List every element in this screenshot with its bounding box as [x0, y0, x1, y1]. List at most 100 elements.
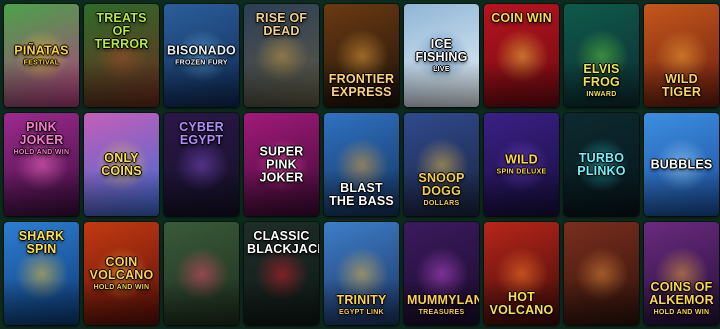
game-subtitle: Treasures: [418, 309, 465, 316]
game-subtitle: Dollars: [423, 200, 460, 207]
game-subtitle: Hold and Win: [13, 149, 70, 156]
game-title-text: Piñatas: [14, 43, 69, 57]
game-title: Only Coins: [87, 150, 156, 178]
game-title-text: Pink Joker: [19, 120, 64, 147]
game-title: Classic Blackjack: [247, 229, 319, 256]
game-subtitle: Hold and Win: [93, 283, 150, 291]
tile-shade: [164, 278, 239, 325]
game-title: Wild Spin Deluxe: [487, 153, 556, 176]
game-subtitle: Frozen Fury: [175, 59, 228, 66]
game-title: Elvis Frog Inward: [567, 63, 636, 99]
game-subtitle: Spin Deluxe: [496, 168, 547, 175]
game-tile[interactable]: [564, 222, 639, 325]
game-tile[interactable]: Wild Tiger: [644, 4, 719, 107]
game-tile[interactable]: Classic Blackjack: [244, 222, 319, 325]
game-subtitle: Festival: [23, 59, 60, 66]
game-title-text: Coins of Alkemor: [649, 280, 714, 307]
game-tile[interactable]: Blast the Bass: [324, 113, 399, 216]
game-tile[interactable]: Bisonado Frozen Fury: [164, 4, 239, 107]
game-title-text: Ice Fishing: [415, 36, 468, 64]
game-title: Piñatas Festival: [7, 44, 76, 67]
game-tile[interactable]: Coin Volcano Hold and Win: [84, 222, 159, 325]
game-title: Blast the Bass: [327, 182, 396, 208]
game-title: Coin Win: [487, 12, 556, 25]
game-title: Turbo Plinko: [567, 150, 636, 178]
game-title-text: Mummyland: [407, 293, 479, 307]
game-title: Shark Spin: [7, 230, 76, 256]
game-title-text: Coin Volcano: [89, 254, 154, 282]
game-tile[interactable]: Rise of Dead: [244, 4, 319, 107]
game-tile[interactable]: Super Pink Joker: [244, 113, 319, 216]
game-title-text: Super Pink Joker: [259, 144, 304, 184]
tile-shade: [564, 278, 639, 325]
game-title: Treats of Terror: [87, 12, 156, 51]
game-tile[interactable]: Piñatas Festival: [4, 4, 79, 107]
tile-shade: [484, 60, 559, 107]
game-tile[interactable]: Shark Spin: [4, 222, 79, 325]
game-grid: Piñatas Festival Treats of Terror Bisonado F…: [4, 4, 719, 325]
game-title-text: Coin Win: [491, 11, 552, 25]
game-title: Mummyland Treasures: [407, 293, 479, 317]
game-subtitle: Hold and Win: [653, 309, 710, 316]
game-tile[interactable]: Mummyland Treasures: [404, 222, 479, 325]
game-title-text: Bisonado: [167, 43, 236, 57]
game-tile[interactable]: Cyber Egypt: [164, 113, 239, 216]
game-title-text: Rise of Dead: [255, 11, 308, 38]
tile-shade: [244, 60, 319, 107]
game-tile[interactable]: [164, 222, 239, 325]
game-tile[interactable]: Coin Win: [484, 4, 559, 107]
tile-shade: [244, 278, 319, 325]
game-tile[interactable]: Frontier Express: [324, 4, 399, 107]
game-title: Wild Tiger: [647, 73, 716, 99]
game-title-text: Snoop Dogg: [418, 171, 465, 198]
game-title-text: Frontier Express: [328, 72, 395, 99]
game-title-text: Hot Volcano: [489, 290, 554, 317]
game-title-text: Blast the Bass: [329, 181, 394, 208]
game-tile[interactable]: Coins of Alkemor Hold and Win: [644, 222, 719, 325]
game-tile[interactable]: Snoop Dogg Dollars: [404, 113, 479, 216]
game-tile[interactable]: Hot Volcano: [484, 222, 559, 325]
game-subtitle: Egypt Link: [338, 309, 384, 316]
tile-shade: [4, 60, 79, 107]
game-tile[interactable]: Pink Joker Hold and Win: [4, 113, 79, 216]
game-title: Bisonado Frozen Fury: [167, 44, 236, 67]
game-title-text: Wild: [505, 152, 538, 166]
tile-shade: [484, 169, 559, 216]
game-title: Ice Fishing Live: [407, 36, 476, 74]
tile-shade: [164, 60, 239, 107]
tile-shade: [164, 169, 239, 216]
game-title: Pink Joker Hold and Win: [7, 121, 76, 157]
game-tile[interactable]: Only Coins: [84, 113, 159, 216]
tile-shade: [4, 278, 79, 325]
game-subtitle: Inward: [586, 91, 617, 98]
game-tile[interactable]: Turbo Plinko: [564, 113, 639, 216]
game-title: Cyber Egypt: [167, 121, 236, 147]
game-title-text: Elvis Frog: [583, 62, 620, 89]
game-title-text: Cyber Egypt: [179, 120, 224, 147]
tile-shade: [84, 60, 159, 107]
game-title-text: Turbo Plinko: [577, 150, 626, 178]
game-title-text: Only Coins: [101, 150, 142, 178]
game-title: Frontier Express: [327, 73, 396, 99]
game-title: Coins of Alkemor Hold and Win: [647, 281, 716, 317]
game-tile[interactable]: Wild Spin Deluxe: [484, 113, 559, 216]
game-tile[interactable]: Elvis Frog Inward: [564, 4, 639, 107]
game-title-text: Trinity: [336, 293, 387, 307]
game-title: Bubbles: [647, 158, 716, 171]
game-title-text: Classic Blackjack: [247, 229, 319, 256]
game-tile[interactable]: Treats of Terror: [84, 4, 159, 107]
game-subtitle: Live: [433, 65, 450, 73]
game-title-text: Shark Spin: [18, 229, 65, 256]
game-title: Snoop Dogg Dollars: [407, 172, 476, 208]
tile-shade: [4, 169, 79, 216]
game-title-text: Bubbles: [650, 157, 713, 171]
game-tile[interactable]: Bubbles: [644, 113, 719, 216]
game-title-text: Wild Tiger: [661, 72, 702, 99]
game-tile[interactable]: Ice Fishing Live: [404, 4, 479, 107]
game-title: Rise of Dead: [247, 12, 316, 38]
game-tile[interactable]: Trinity Egypt Link: [324, 222, 399, 325]
game-title-text: Treats of Terror: [94, 11, 149, 51]
game-title: Trinity Egypt Link: [327, 294, 396, 317]
game-title: Hot Volcano: [487, 291, 556, 317]
game-title: Coin Volcano Hold and Win: [87, 254, 156, 292]
